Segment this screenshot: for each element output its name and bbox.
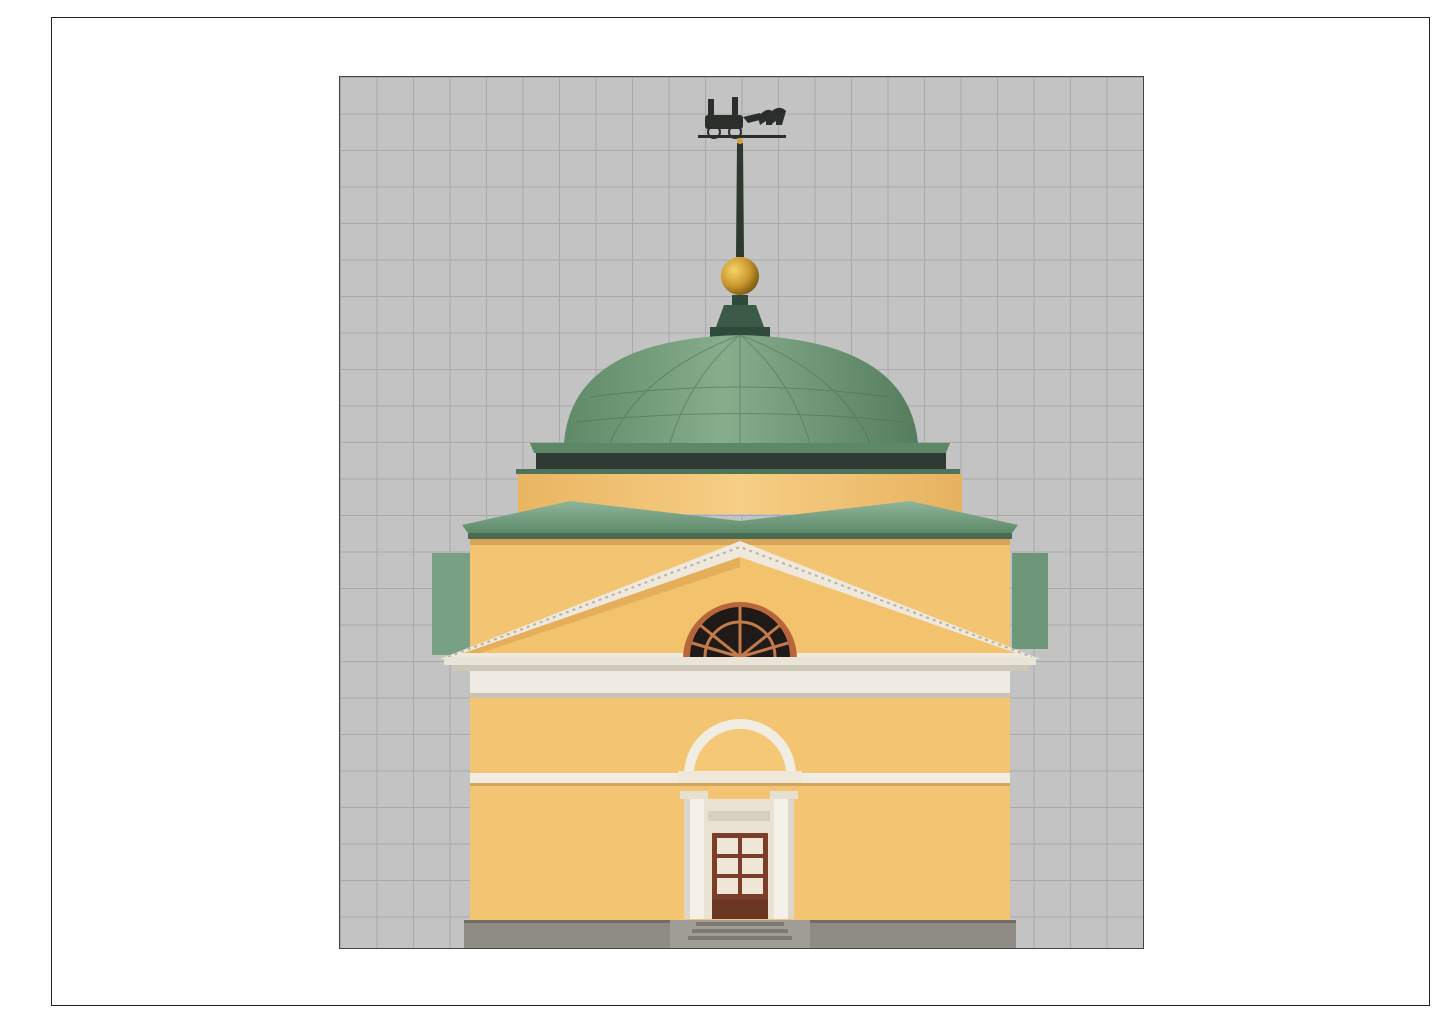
copper-dome [516, 334, 960, 474]
side-roof-right [1012, 553, 1048, 649]
spire [710, 138, 770, 337]
entablature [444, 657, 1036, 698]
side-roof-left [432, 553, 470, 655]
weathervane-carriage-icon [698, 97, 786, 139]
door-icon [704, 799, 774, 919]
pavilion-elevation [432, 97, 1048, 948]
granite-plinth [464, 920, 1016, 948]
elevation-drawing [339, 76, 1144, 949]
gold-ball [721, 257, 759, 295]
